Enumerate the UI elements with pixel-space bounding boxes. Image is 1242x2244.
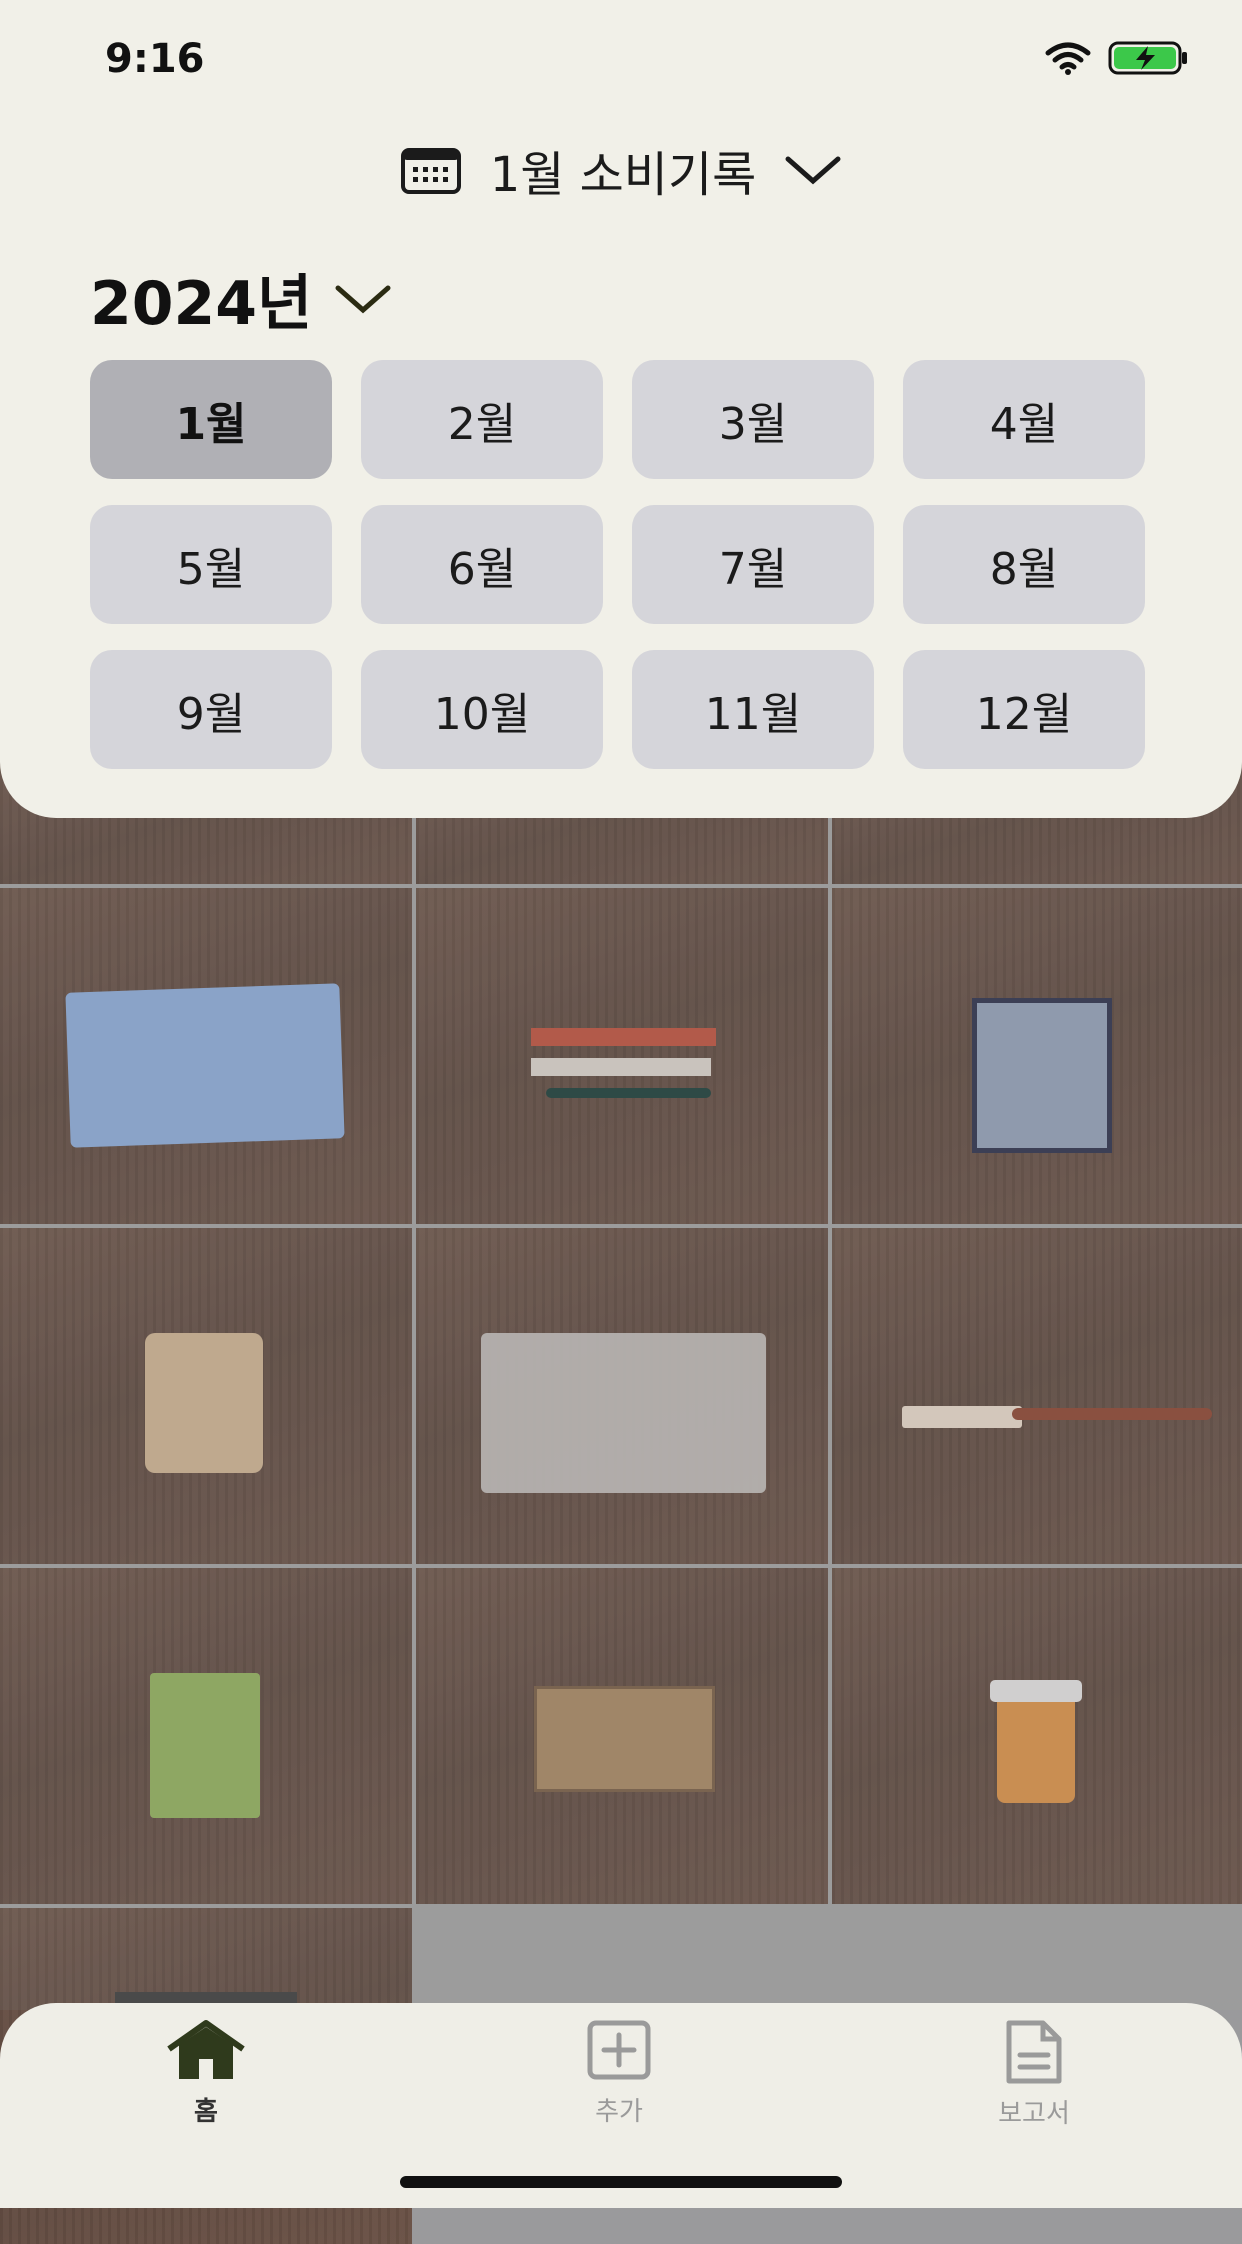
tab-report[interactable]: 보고서	[934, 2019, 1134, 2130]
report-icon	[1006, 2020, 1062, 2084]
wooden-box-image	[534, 1686, 715, 1792]
brush-image	[902, 1406, 1022, 1428]
leather-wallet-image	[145, 1333, 263, 1473]
month-chip-2[interactable]: 2월	[361, 360, 603, 479]
month-chip-4[interactable]: 4월	[903, 360, 1145, 479]
month-chip-7[interactable]: 7월	[632, 505, 874, 624]
month-grid: 1월 2월 3월 4월 5월 6월 7월 8월 9월 10월 11월 12월	[90, 360, 1146, 769]
tab-home-label: 홈	[194, 2097, 218, 2127]
photo-grid	[0, 760, 1242, 2244]
tab-home[interactable]: 홈	[106, 2019, 306, 2128]
header[interactable]: 1월 소비기록	[0, 135, 1242, 205]
month-picker-sheet: 9:16 1월 소비기록 2024년 1월 2월 3월 4월 5월 6월 7월 …	[0, 0, 1242, 818]
tab-add[interactable]: 추가	[519, 2019, 719, 2128]
pencil-case-image	[65, 983, 345, 1148]
calendar-icon	[400, 148, 461, 194]
pencil-set-image	[531, 1028, 716, 1046]
status-icons	[1044, 40, 1190, 76]
month-chip-10[interactable]: 10월	[361, 650, 603, 769]
month-chip-11[interactable]: 11월	[632, 650, 874, 769]
month-chip-5[interactable]: 5월	[90, 505, 332, 624]
pill-bottle-image	[997, 1693, 1075, 1803]
wifi-icon	[1045, 42, 1091, 75]
mini-rug-image	[972, 998, 1112, 1153]
month-chip-3[interactable]: 3월	[632, 360, 874, 479]
chevron-down-icon	[335, 285, 391, 313]
home-icon	[167, 2020, 245, 2079]
month-chip-9[interactable]: 9월	[90, 650, 332, 769]
year-label: 2024년	[90, 269, 313, 339]
page-title: 1월 소비기록	[489, 147, 757, 203]
chevron-down-icon	[785, 156, 841, 185]
plus-square-icon	[587, 2020, 651, 2080]
zip-pouch-image	[481, 1333, 766, 1493]
month-chip-8[interactable]: 8월	[903, 505, 1145, 624]
month-chip-1[interactable]: 1월	[90, 360, 332, 479]
month-chip-6[interactable]: 6월	[361, 505, 603, 624]
status-time: 9:16	[105, 36, 205, 82]
notebook-image	[150, 1673, 260, 1818]
tab-report-label: 보고서	[998, 2099, 1070, 2129]
tab-add-label: 추가	[595, 2097, 643, 2127]
battery-charging-icon	[1108, 41, 1187, 75]
month-chip-12[interactable]: 12월	[903, 650, 1145, 769]
home-indicator	[400, 2176, 842, 2188]
year-picker[interactable]: 2024년	[90, 255, 392, 342]
